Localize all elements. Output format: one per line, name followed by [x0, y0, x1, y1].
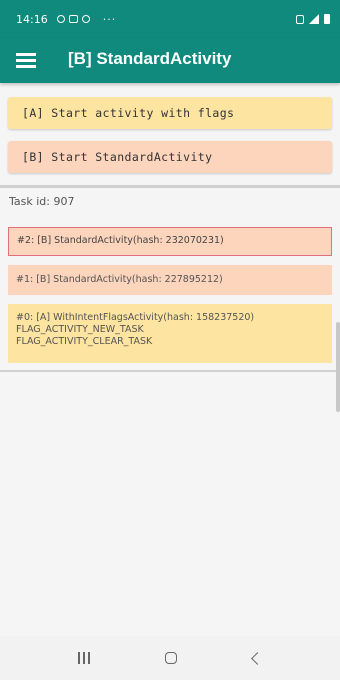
status-time: 14:16: [16, 12, 48, 26]
navigation-bar: [0, 636, 340, 680]
app-bar: [B] StandardActivity: [0, 38, 340, 83]
sync-icon: [56, 15, 65, 23]
image-icon: [68, 15, 78, 23]
scrollbar[interactable]: [336, 322, 340, 412]
at-icon: [81, 15, 90, 23]
task-entry-0: #0: [A] WithIntentFlagsActivity(hash: 15…: [8, 304, 332, 363]
more-notifications-icon: ···: [102, 12, 117, 26]
back-icon[interactable]: [251, 651, 265, 665]
task-entry-line: #0: [A] WithIntentFlagsActivity(hash: 15…: [16, 312, 255, 323]
start-activity-with-flags-button[interactable]: [A] Start activity with flags: [8, 97, 332, 129]
home-icon[interactable]: [165, 652, 178, 664]
start-standard-activity-button[interactable]: [B] Start StandardActivity: [8, 141, 332, 173]
recents-icon[interactable]: [77, 652, 90, 664]
task-flag-line: FLAG_ACTIVITY_CLEAR_TASK: [16, 336, 153, 347]
task-flag-line: FLAG_ACTIVITY_NEW_TASK: [16, 324, 144, 335]
vibrate-icon: [296, 14, 304, 24]
task-entry-line: #1: [B] StandardActivity(hash: 227895212…: [16, 274, 223, 285]
task-id-label: Task id: 907: [9, 195, 75, 208]
task-entry-1: #1: [B] StandardActivity(hash: 227895212…: [8, 265, 332, 295]
hamburger-menu-icon[interactable]: [16, 53, 36, 68]
divider: [0, 370, 340, 372]
task-entry-line: #2: [B] StandardActivity(hash: 232070231…: [17, 235, 224, 246]
status-bar: 14:16 ···: [0, 0, 340, 38]
divider: [0, 185, 340, 188]
task-entry-2: #2: [B] StandardActivity(hash: 232070231…: [8, 227, 332, 256]
signal-icon: [309, 14, 319, 24]
battery-icon: [324, 14, 330, 24]
page-title: [B] StandardActivity: [68, 49, 232, 68]
